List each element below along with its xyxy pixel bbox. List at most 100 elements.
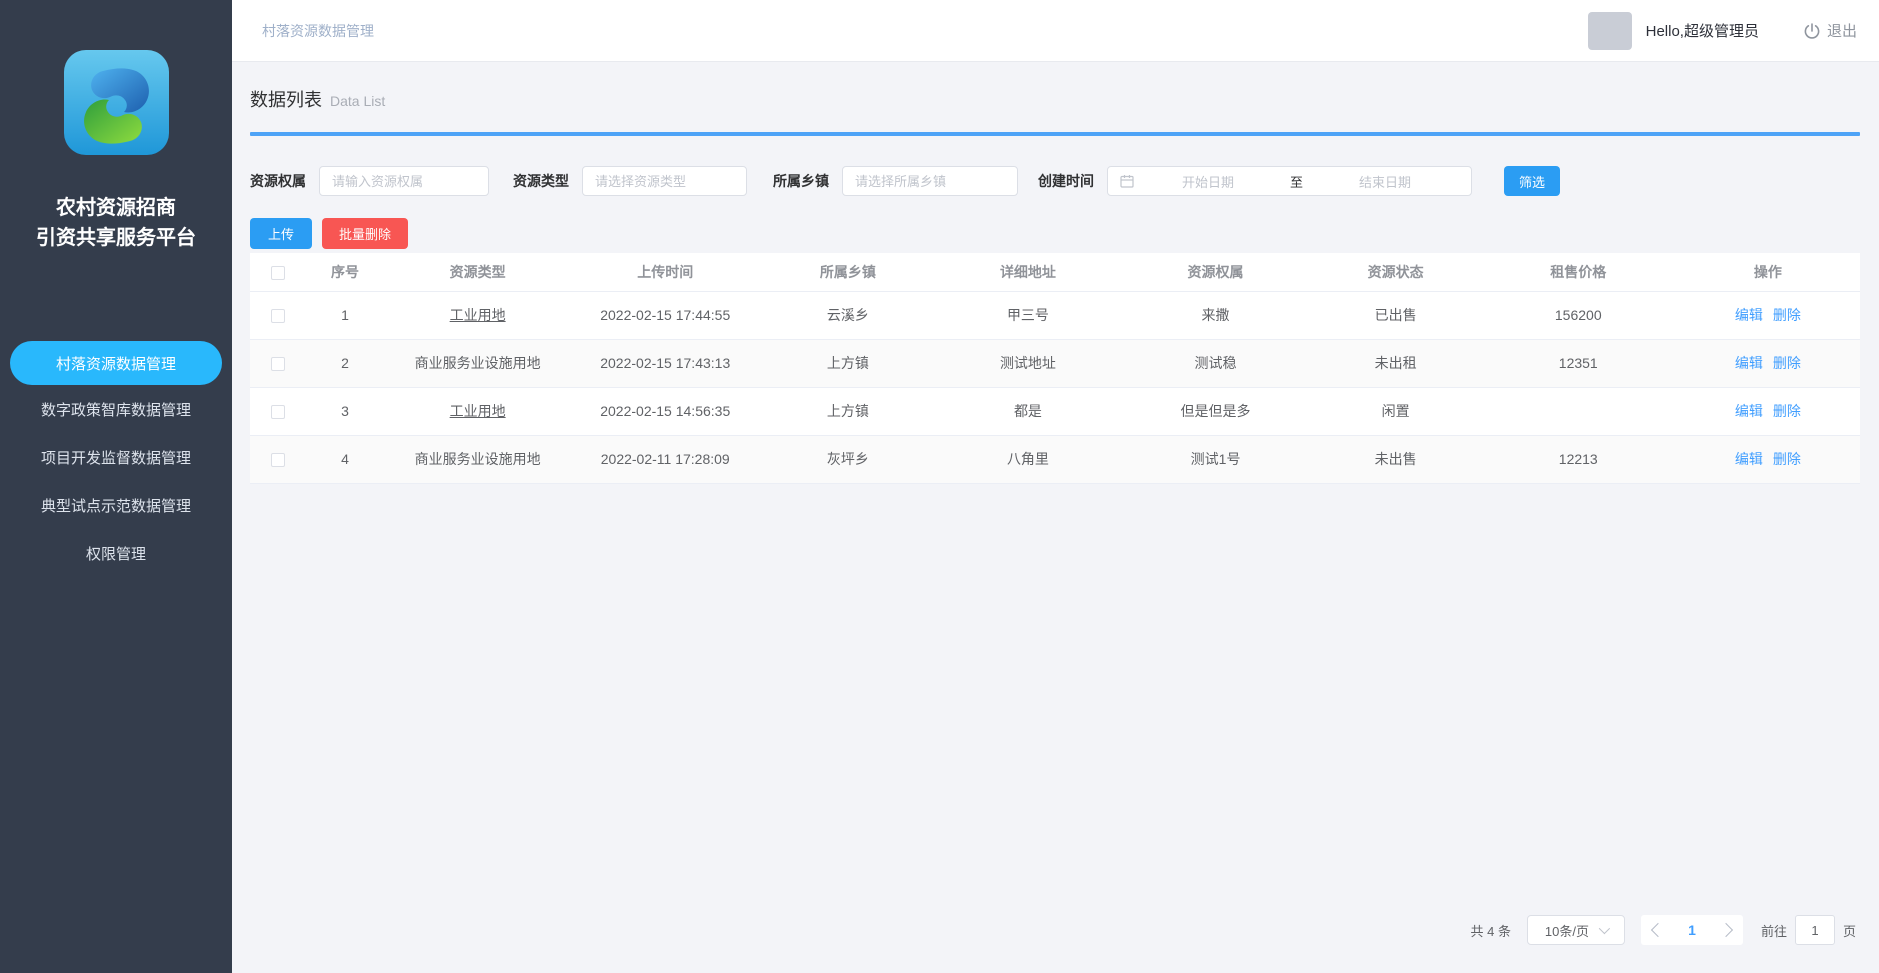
sidebar-item-pilot-demo-data[interactable]: 典型试点示范数据管理: [10, 482, 222, 529]
sidebar-item-digital-policy-data[interactable]: 数字政策智库数据管理: [10, 386, 222, 433]
logout-label: 退出: [1827, 20, 1857, 41]
edit-link[interactable]: 编辑: [1735, 403, 1763, 419]
col-status: 资源状态: [1311, 253, 1481, 291]
town-filter-select[interactable]: [842, 166, 1018, 196]
cell-status: 闲置: [1311, 387, 1481, 435]
cell-resource-type: 商业服务业设施用地: [385, 339, 570, 387]
table-row: 4 商业服务业设施用地 2022-02-11 17:28:09 灰坪乡 八角里 …: [250, 435, 1860, 483]
town-filter-label: 所属乡镇: [773, 171, 829, 191]
start-date-placeholder: 开始日期: [1134, 172, 1282, 191]
cell-upload-time: 2022-02-11 17:28:09: [570, 435, 760, 483]
chevron-down-icon: [1599, 923, 1610, 934]
cell-address: 都是: [935, 387, 1120, 435]
col-address: 详细地址: [935, 253, 1120, 291]
cell-status: 未出售: [1311, 435, 1481, 483]
owner-filter-label: 资源权属: [250, 171, 306, 191]
delete-link[interactable]: 删除: [1773, 451, 1801, 467]
col-actions: 操作: [1676, 253, 1860, 291]
page-size-select[interactable]: 10条/页: [1527, 915, 1625, 945]
cell-status: 未出租: [1311, 339, 1481, 387]
batch-delete-button[interactable]: 批量删除: [322, 218, 408, 249]
cell-town: 云溪乡: [760, 291, 935, 339]
edit-link[interactable]: 编辑: [1735, 355, 1763, 371]
page-size-value: 10条/页: [1545, 921, 1589, 940]
pager: 1: [1641, 915, 1743, 945]
edit-link[interactable]: 编辑: [1735, 451, 1763, 467]
chevron-left-icon: [1651, 923, 1665, 937]
sidebar: 农村资源招商 引资共享服务平台 村落资源数据管理 数字政策智库数据管理 项目开发…: [0, 0, 232, 973]
cell-price: 12351: [1481, 339, 1676, 387]
col-town: 所属乡镇: [760, 253, 935, 291]
cell-price: 12213: [1481, 435, 1676, 483]
sidebar-menu: 村落资源数据管理 数字政策智库数据管理 项目开发监督数据管理 典型试点示范数据管…: [0, 341, 232, 578]
page-unit-label: 页: [1843, 921, 1856, 940]
col-upload-time: 上传时间: [570, 253, 760, 291]
cell-address: 测试地址: [935, 339, 1120, 387]
edit-link[interactable]: 编辑: [1735, 307, 1763, 323]
cell-seq: 3: [305, 387, 385, 435]
sidebar-item-permission-management[interactable]: 权限管理: [10, 530, 222, 577]
range-separator: 至: [1282, 172, 1311, 191]
user-area: Hello,超级管理员 退出: [1588, 12, 1857, 50]
page-number-current[interactable]: 1: [1675, 922, 1709, 938]
breadcrumb[interactable]: 村落资源数据管理: [262, 21, 374, 41]
cell-owner: 测试1号: [1121, 435, 1311, 483]
delete-link[interactable]: 删除: [1773, 355, 1801, 371]
next-page-button[interactable]: [1709, 915, 1743, 945]
page-title-row: 数据列表 Data List: [250, 86, 1860, 112]
owner-filter-input[interactable]: [319, 166, 489, 196]
row-checkbox[interactable]: [271, 453, 285, 467]
row-checkbox[interactable]: [271, 357, 285, 371]
filter-button[interactable]: 筛选: [1504, 166, 1560, 196]
type-filter-select[interactable]: [582, 166, 747, 196]
goto-page-input[interactable]: [1795, 915, 1835, 945]
app-window: 农村资源招商 引资共享服务平台 村落资源数据管理 数字政策智库数据管理 项目开发…: [0, 0, 1879, 973]
cell-upload-time: 2022-02-15 17:44:55: [570, 291, 760, 339]
divider: [250, 132, 1860, 136]
delete-link[interactable]: 删除: [1773, 307, 1801, 323]
data-table: 序号 资源类型 上传时间 所属乡镇 详细地址 资源权属 资源状态 租售价格 操作: [250, 253, 1860, 484]
total-count: 共 4 条: [1471, 921, 1511, 940]
goto-label: 前往: [1761, 921, 1787, 940]
chevron-right-icon: [1719, 923, 1733, 937]
select-all-checkbox[interactable]: [271, 266, 285, 280]
type-filter-label: 资源类型: [513, 171, 569, 191]
prev-page-button[interactable]: [1641, 915, 1675, 945]
table-row: 2 商业服务业设施用地 2022-02-15 17:43:13 上方镇 测试地址…: [250, 339, 1860, 387]
sidebar-item-project-supervision-data[interactable]: 项目开发监督数据管理: [10, 434, 222, 481]
cell-address: 甲三号: [935, 291, 1120, 339]
row-checkbox[interactable]: [271, 405, 285, 419]
table-row: 3 工业用地 2022-02-15 14:56:35 上方镇 都是 但是但是多 …: [250, 387, 1860, 435]
upload-button[interactable]: 上传: [250, 218, 312, 249]
cell-price: 156200: [1481, 291, 1676, 339]
end-date-placeholder: 结束日期: [1311, 172, 1459, 191]
col-resource-type: 资源类型: [385, 253, 570, 291]
cell-upload-time: 2022-02-15 14:56:35: [570, 387, 760, 435]
logout-button[interactable]: 退出: [1803, 20, 1857, 41]
delete-link[interactable]: 删除: [1773, 403, 1801, 419]
cell-owner: 测试稳: [1121, 339, 1311, 387]
row-checkbox[interactable]: [271, 309, 285, 323]
cell-seq: 2: [305, 339, 385, 387]
cell-price: [1481, 387, 1676, 435]
avatar: [1588, 12, 1632, 50]
sidebar-item-village-resource-data[interactable]: 村落资源数据管理: [10, 341, 222, 385]
cell-upload-time: 2022-02-15 17:43:13: [570, 339, 760, 387]
topbar: 村落资源数据管理 Hello,超级管理员 退出: [232, 0, 1879, 62]
cell-owner: 但是但是多: [1121, 387, 1311, 435]
cell-owner: 来撒: [1121, 291, 1311, 339]
page-subtitle: Data List: [330, 93, 385, 109]
cell-seq: 1: [305, 291, 385, 339]
col-price: 租售价格: [1481, 253, 1676, 291]
pagination: 共 4 条 10条/页 1 前往 页: [250, 915, 1860, 973]
col-owner: 资源权属: [1121, 253, 1311, 291]
cell-status: 已出售: [1311, 291, 1481, 339]
platform-title: 农村资源招商 引资共享服务平台: [36, 193, 196, 253]
date-range-picker[interactable]: 开始日期 至 结束日期: [1107, 166, 1472, 196]
content: 数据列表 Data List 资源权属 资源类型 所属乡镇 创建时间 开始日期: [232, 62, 1879, 973]
cell-town: 上方镇: [760, 387, 935, 435]
cell-resource-type: 商业服务业设施用地: [385, 435, 570, 483]
cell-seq: 4: [305, 435, 385, 483]
cell-address: 八角里: [935, 435, 1120, 483]
cell-resource-type: 工业用地: [385, 387, 570, 435]
